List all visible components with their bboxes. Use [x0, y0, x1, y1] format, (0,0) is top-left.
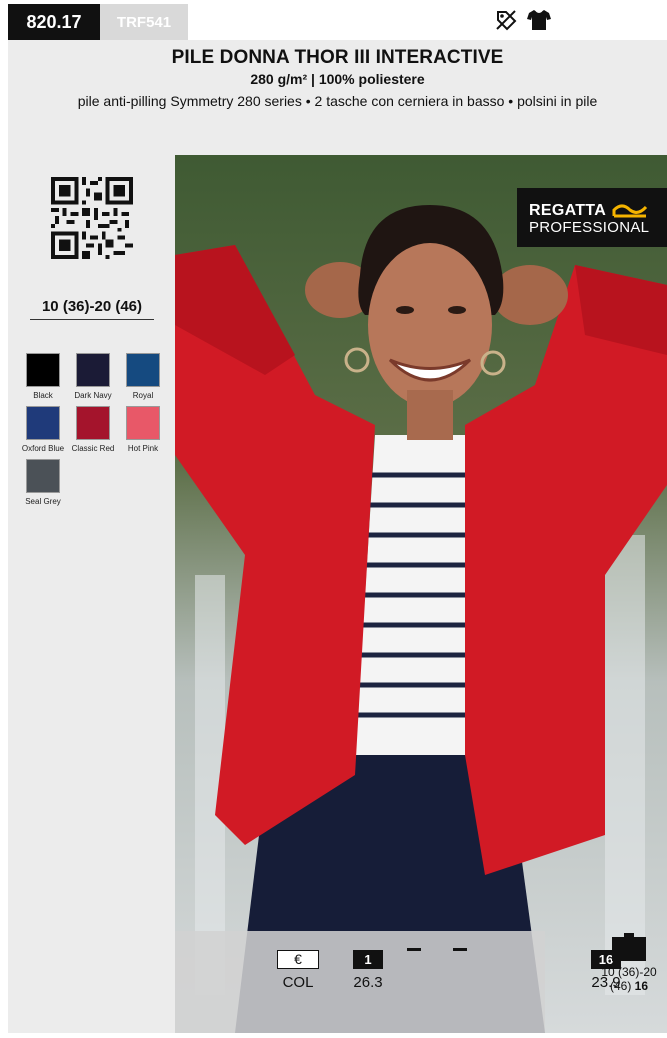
qr-code-icon[interactable] — [51, 177, 133, 259]
product-reference: TRF541 — [116, 13, 172, 31]
currency-column: € COL — [277, 950, 319, 991]
carton-sizes: 10 (36)-20 — [601, 965, 657, 979]
feature-icons — [494, 8, 552, 32]
price-tier-1: 1 26.3 — [353, 950, 383, 991]
product-subtitle: 280 g/m² | 100% poliestere — [250, 71, 425, 87]
tier-price: 26.3 — [353, 974, 383, 991]
swatch-label: Classic Red — [71, 444, 115, 453]
brand-name: REGATTA — [529, 202, 607, 219]
carton-info: 10 (36)-20 (46) 16 — [596, 933, 662, 993]
product-code: 820.17 — [26, 11, 82, 32]
swatch-label: Royal — [132, 391, 154, 400]
swatch-color — [76, 353, 110, 387]
color-swatch-oxford-blue[interactable]: Oxford Blue — [18, 406, 68, 453]
tier-quantity: 1 — [353, 950, 383, 969]
color-swatch-hot-pink[interactable]: Hot Pink — [118, 406, 168, 453]
swatch-label: Black — [33, 391, 53, 400]
swatch-label: Oxford Blue — [21, 444, 65, 453]
product-photo: REGATTA PROFESSIONAL — [175, 155, 667, 1033]
price-table: € COL 1 26.3 16 23.9 — [175, 931, 621, 1033]
swatch-color — [26, 406, 60, 440]
swatch-color — [126, 406, 160, 440]
swatch-label: Hot Pink — [127, 444, 159, 453]
color-swatch-classic-red[interactable]: Classic Red — [68, 406, 118, 453]
carton-quantity: 16 — [634, 979, 649, 993]
color-label: COL — [282, 974, 314, 991]
brand-name-line: REGATTA — [529, 202, 667, 220]
tier-bar-left — [407, 948, 421, 951]
brand-wave-icon — [612, 204, 648, 218]
color-swatches: Black Dark Navy Royal Oxford Blue Classi… — [18, 353, 168, 506]
color-swatch-seal-grey[interactable]: Seal Grey — [18, 459, 68, 506]
product-header: PILE DONNA THOR III INTERACTIVE 280 g/m²… — [8, 40, 667, 155]
currency-symbol: € — [277, 950, 319, 969]
no-print-icon — [494, 8, 518, 32]
size-range: 10 (36)-20 (46) — [30, 298, 154, 320]
product-title: PILE DONNA THOR III INTERACTIVE — [171, 47, 504, 68]
tier-bar-right — [453, 948, 467, 951]
color-swatch-royal[interactable]: Royal — [118, 353, 168, 400]
swatch-color — [126, 353, 160, 387]
carton-sizes-end: (46) — [609, 979, 632, 993]
color-swatch-dark-navy[interactable]: Dark Navy — [68, 353, 118, 400]
swatch-label: Seal Grey — [25, 497, 61, 506]
carton-sizes-line2: (46) 16 — [596, 979, 662, 993]
swatch-label: Dark Navy — [74, 391, 112, 400]
color-swatch-black[interactable]: Black — [18, 353, 68, 400]
brand-subtitle: PROFESSIONAL — [529, 219, 650, 236]
tshirt-icon — [526, 8, 552, 32]
swatch-color — [26, 353, 60, 387]
swatch-color — [76, 406, 110, 440]
carton-box-icon — [612, 933, 646, 961]
model-wearing-fleece-image — [175, 155, 667, 1033]
product-code-badge: 820.17 — [8, 4, 100, 40]
sidebar: 10 (36)-20 (46) Black Dark Navy Royal Ox… — [8, 155, 175, 1033]
product-features: pile anti-pilling Symmetry 280 series • … — [77, 93, 598, 109]
reference-badge: TRF541 — [100, 4, 188, 40]
brand-logo: REGATTA PROFESSIONAL — [517, 188, 667, 247]
swatch-color — [26, 459, 60, 493]
